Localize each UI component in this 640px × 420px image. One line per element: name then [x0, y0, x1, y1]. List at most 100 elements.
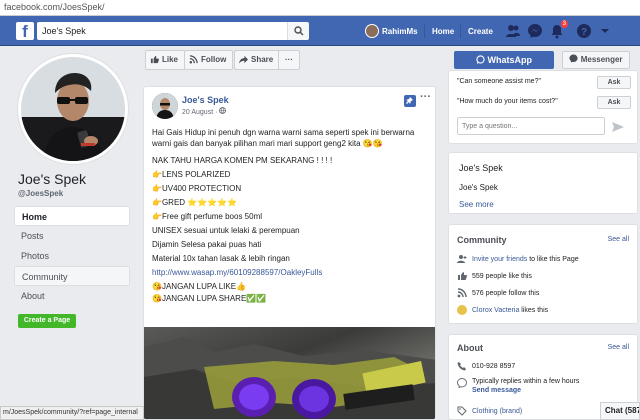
post-line: UNISEX sesuai untuk lelaki & perempuan: [152, 226, 300, 235]
invite-friends-link[interactable]: Invite your friends: [472, 256, 527, 263]
notifications-button[interactable]: 3: [549, 19, 569, 39]
post-author-name[interactable]: Joe's Spek: [182, 95, 229, 105]
sidebar-item-community[interactable]: Community: [14, 266, 130, 286]
send-icon[interactable]: [611, 121, 625, 133]
invite-text: Invite your friends to like this Page: [472, 256, 579, 263]
ask-button[interactable]: Ask: [597, 96, 631, 109]
right-sidebar: WhatsApp Messenger "Can someone assist m…: [448, 46, 640, 420]
create-link[interactable]: Create: [468, 27, 493, 36]
ask-questions-card: "Can someone assist me?" Ask "How much d…: [448, 70, 638, 144]
category-link[interactable]: Clothing (brand): [472, 408, 522, 415]
share-arrow-icon: [239, 55, 248, 64]
svg-text:?: ?: [581, 27, 587, 38]
share-label: Share: [251, 55, 274, 64]
question-input[interactable]: [457, 117, 605, 135]
search-button[interactable]: [287, 22, 309, 40]
post-author-avatar[interactable]: [152, 93, 178, 119]
thumbs-up-icon: [150, 55, 159, 64]
info-page-name-secondary: Joe's Spek: [459, 183, 498, 192]
sidebar-item-home[interactable]: Home: [14, 206, 130, 226]
account-menu-chevron-icon[interactable]: [600, 23, 610, 39]
phone-row: 010-928 8597: [457, 361, 515, 371]
friend-name-link[interactable]: Clorox Vacteria: [472, 307, 519, 314]
author-photo-illustration: [152, 93, 178, 119]
post-line: 👉LENS POLARIZED: [152, 170, 231, 179]
notification-count-badge: 3: [559, 19, 569, 29]
response-time: Typically replies within a few hours: [472, 378, 580, 385]
about-title: About: [457, 343, 483, 353]
sidebar-item-about[interactable]: About: [14, 286, 130, 306]
phone-icon: [457, 362, 466, 371]
phone-number: 010-928 8597: [472, 362, 516, 370]
page-title: Joe's Spek: [18, 171, 87, 187]
page-info-card: Joe's Spek Joe's Spek See more: [448, 152, 638, 214]
like-button[interactable]: Like: [145, 50, 186, 70]
post-link[interactable]: http://www.wasap.my/60109288597/OakleyFu…: [152, 267, 432, 278]
home-link[interactable]: Home: [432, 27, 454, 36]
more-actions-button[interactable]: ···: [278, 50, 300, 70]
friend-avatar: [457, 305, 467, 315]
community-title: Community: [457, 235, 507, 245]
left-sidebar: Joe's Spek @JoesSpek Home Posts Photos C…: [0, 46, 135, 420]
sidebar-item-posts[interactable]: Posts: [14, 226, 130, 246]
post-line: 👉Free gift perfume boos 50ml: [152, 212, 263, 221]
follows-row: 576 people follow this: [457, 288, 539, 298]
search-input[interactable]: [37, 22, 287, 40]
post-photo[interactable]: [144, 327, 435, 419]
whatsapp-link[interactable]: http://www.wasap.my/60109288597/OakleyFu…: [152, 268, 322, 277]
messenger-label: Messenger: [580, 55, 623, 64]
send-message-link[interactable]: Send message: [472, 387, 579, 394]
friend-like-text: Clorox Vacteria likes this: [472, 307, 548, 314]
address-bar[interactable]: facebook.com/JoesSpek/: [0, 0, 640, 16]
facebook-logo-icon[interactable]: f: [16, 22, 34, 41]
profile-link[interactable]: RahimMs: [365, 24, 418, 38]
page-username[interactable]: @JoesSpek: [18, 189, 63, 198]
messenger-icon: [457, 378, 467, 388]
see-more-link[interactable]: See more: [459, 200, 494, 209]
chat-tab[interactable]: Chat (587): [600, 402, 640, 420]
whatsapp-button[interactable]: WhatsApp: [454, 51, 554, 69]
pinned-post: Joe's Spek 20 August · ··· Hai Gais Hidu…: [143, 86, 436, 420]
browser-status-bar: m/JoesSpek/community/?ref=page_internal: [0, 406, 144, 420]
follows-count: 576 people follow this: [472, 289, 540, 297]
community-card: Community See all Invite your friends to…: [448, 224, 638, 324]
page-profile-picture[interactable]: [18, 54, 128, 164]
post-line: 👉GRED ⭐⭐⭐⭐⭐: [152, 198, 238, 207]
page-nav: Home Posts Photos Community About: [14, 206, 130, 306]
suggested-question: "Can someone assist me?": [457, 78, 541, 85]
post-options-button[interactable]: ···: [420, 91, 431, 103]
post-line: NAK TAHU HARGA KOMEN PM SEKARANG ! ! ! !: [152, 156, 333, 165]
rss-follow-icon: [189, 55, 198, 64]
community-see-all-link[interactable]: See all: [608, 236, 629, 243]
help-icon[interactable]: ?: [576, 23, 592, 39]
ask-button[interactable]: Ask: [597, 76, 631, 89]
info-page-name: Joe's Spek: [459, 163, 503, 173]
post-line: Hai Gais Hidup ini penuh dgn warna warni…: [152, 128, 415, 148]
search-icon: [294, 26, 304, 36]
invite-friends-icon: [457, 255, 467, 263]
friend-like-row: Clorox Vacteria likes this: [457, 305, 548, 315]
post-text: Hai Gais Hidup ini penuh dgn warna warni…: [152, 127, 432, 310]
friend-requests-icon[interactable]: [505, 23, 521, 39]
top-nav: f RahimMs Home Create 3 ?: [0, 16, 640, 46]
messenger-icon[interactable]: [527, 23, 543, 39]
divider: [424, 24, 425, 38]
suggested-question: "How much do your items cost?": [457, 98, 558, 105]
create-page-button[interactable]: Create a Page: [18, 314, 76, 328]
sidebar-item-photos[interactable]: Photos: [14, 246, 130, 266]
post-timestamp[interactable]: 20 August ·: [182, 107, 227, 116]
about-see-all-link[interactable]: See all: [608, 344, 629, 351]
likes-count: 559 people like this: [472, 272, 532, 280]
messenger-button[interactable]: Messenger: [562, 51, 630, 69]
post-line: 👉UV400 PROTECTION: [152, 184, 242, 193]
page-action-bar: Like Follow Share ···: [145, 50, 435, 70]
whatsapp-icon: [476, 55, 485, 64]
response-text: Typically replies within a few hours Sen…: [472, 378, 579, 394]
follow-button[interactable]: Follow: [184, 50, 234, 70]
share-button[interactable]: Share: [234, 50, 281, 70]
invite-suffix: to like this Page: [527, 255, 579, 263]
avatar: [365, 24, 379, 38]
invite-row: Invite your friends to like this Page: [457, 254, 579, 264]
post-date-text: 20 August ·: [182, 109, 220, 116]
pin-icon: [404, 95, 416, 107]
